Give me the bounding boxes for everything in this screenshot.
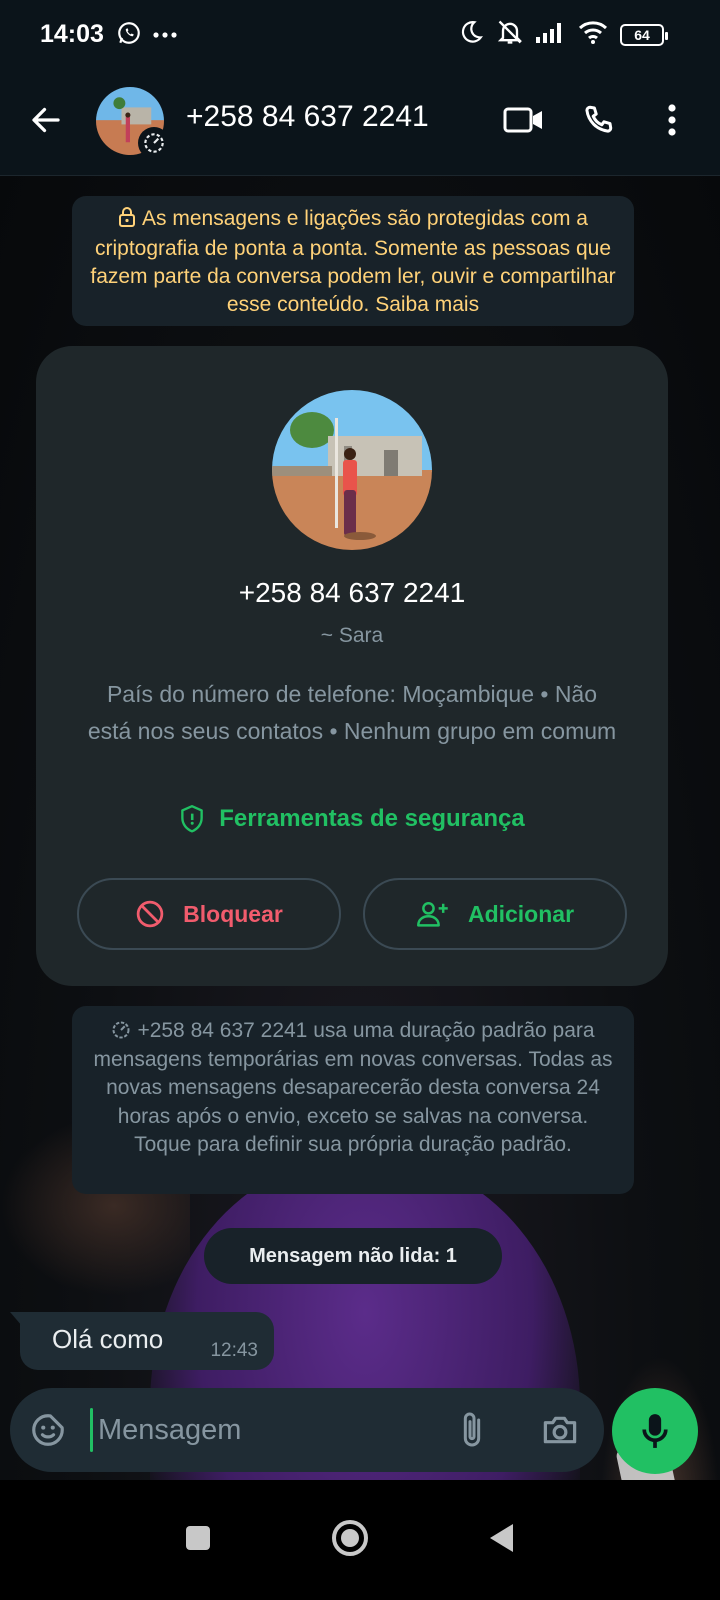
recents-button[interactable]	[166, 1506, 230, 1570]
home-button[interactable]	[318, 1506, 382, 1570]
add-contact-button[interactable]: Adicionar	[363, 878, 627, 950]
encryption-text: As mensagens e ligações são protegidas c…	[90, 207, 616, 316]
message-time: 12:43	[210, 1340, 258, 1361]
unread-label: Mensagem não lida: 1	[249, 1244, 457, 1267]
message-bubble-incoming[interactable]: Olá como 12:43	[10, 1312, 274, 1370]
message-input[interactable]	[98, 1408, 438, 1452]
add-user-icon	[416, 901, 448, 927]
status-bar: 14:03 64	[0, 0, 720, 70]
circle-icon	[332, 1520, 368, 1556]
contact-phone: +258 84 637 2241	[238, 577, 466, 608]
microphone-icon	[642, 1414, 668, 1448]
message-composer	[10, 1388, 604, 1472]
signal-icon	[536, 21, 566, 48]
sticker-icon	[32, 1414, 64, 1446]
paperclip-icon	[463, 1412, 481, 1447]
chat-title[interactable]: +258 84 637 2241	[186, 100, 429, 134]
video-call-icon	[503, 107, 542, 133]
block-label: Bloquear	[183, 900, 283, 927]
encryption-notice[interactable]: As mensagens e ligações são protegidas c…	[72, 196, 634, 326]
status-time: 14:03	[40, 20, 104, 48]
timer-icon	[112, 1021, 130, 1039]
battery-level: 64	[634, 26, 650, 43]
contact-avatar[interactable]	[272, 390, 432, 550]
lock-icon	[118, 207, 136, 235]
security-tools-link[interactable]: Ferramentas de segurança	[36, 804, 668, 834]
voice-call-button[interactable]	[576, 98, 620, 142]
unread-messages-badge: Mensagem não lida: 1	[204, 1228, 502, 1284]
triangle-icon	[490, 1524, 513, 1552]
message-text: Olá como	[52, 1324, 164, 1354]
more-options-button[interactable]	[650, 98, 694, 142]
status-left-icons	[116, 20, 178, 51]
back-arrow-icon	[32, 107, 60, 133]
video-call-button[interactable]	[502, 98, 546, 142]
attach-button[interactable]	[450, 1408, 494, 1452]
moon-icon	[458, 19, 484, 50]
disappearing-messages-notice[interactable]: +258 84 637 2241 usa uma duração padrão …	[72, 1006, 634, 1194]
timer-icon	[144, 133, 164, 153]
bell-off-icon	[496, 18, 524, 51]
timer-badge	[138, 127, 170, 159]
chat-header: +258 84 637 2241	[0, 70, 720, 176]
add-contact-label: Adicionar	[467, 900, 575, 927]
contact-alias: ~ Sara	[320, 624, 384, 647]
shield-icon	[181, 804, 204, 833]
disappearing-text: +258 84 637 2241 usa uma duração padrão …	[93, 1019, 613, 1156]
block-button[interactable]: Bloquear	[77, 878, 341, 950]
contact-details: País do número de telefone: Moçambique •…	[87, 681, 617, 744]
battery-icon: 64	[620, 23, 668, 46]
system-nav-bar	[0, 1480, 720, 1600]
square-icon	[186, 1526, 210, 1550]
text-cursor	[90, 1408, 93, 1452]
camera-button[interactable]	[538, 1408, 582, 1452]
contact-info-card: +258 84 637 2241 ~ Sara País do número d…	[36, 346, 668, 986]
header-actions	[502, 98, 694, 142]
block-icon	[136, 900, 164, 928]
wifi-icon	[578, 20, 608, 49]
camera-icon	[543, 1416, 577, 1444]
avatar[interactable]	[96, 87, 170, 159]
more-vert-icon	[668, 104, 676, 136]
sticker-button[interactable]	[26, 1408, 70, 1452]
whatsapp-icon	[116, 20, 142, 51]
voice-call-icon	[585, 105, 613, 133]
back-button[interactable]	[24, 98, 68, 142]
more-dots-icon	[152, 27, 178, 45]
security-tools-label: Ferramentas de segurança	[219, 805, 525, 832]
status-right-icons: 64	[458, 18, 668, 51]
voice-message-button[interactable]	[612, 1388, 698, 1474]
nav-back-button[interactable]	[470, 1506, 534, 1570]
